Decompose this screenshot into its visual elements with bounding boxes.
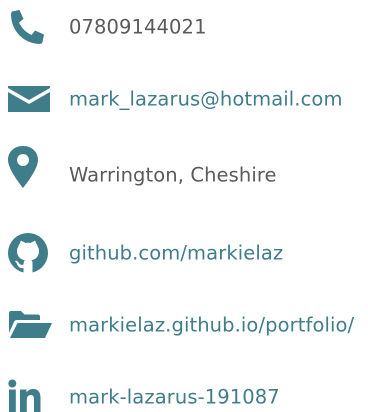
- contact-portfolio[interactable]: markielaz.github.io/portfolio/: [0, 305, 368, 345]
- map-pin-icon: [8, 146, 52, 195]
- phone-number: 07809144021: [69, 15, 207, 39]
- phone-icon: [8, 7, 52, 47]
- contact-phone: 07809144021: [0, 7, 368, 47]
- folder-open-icon: [8, 305, 52, 345]
- contact-location: Warrington, Cheshire: [0, 146, 368, 195]
- linkedin-link[interactable]: mark-lazarus-191087: [69, 386, 280, 409]
- contact-github[interactable]: github.com/markielaz: [0, 233, 368, 273]
- portfolio-link[interactable]: markielaz.github.io/portfolio/: [69, 314, 354, 337]
- email-link[interactable]: mark_lazarus@hotmail.com: [69, 88, 343, 111]
- linkedin-icon: [8, 377, 52, 412]
- contact-linkedin[interactable]: mark-lazarus-191087: [0, 377, 368, 412]
- github-icon: [8, 233, 52, 273]
- github-link[interactable]: github.com/markielaz: [69, 242, 283, 265]
- location-text: Warrington, Cheshire: [69, 163, 277, 187]
- contact-email[interactable]: mark_lazarus@hotmail.com: [0, 79, 368, 119]
- envelope-icon: [8, 79, 52, 119]
